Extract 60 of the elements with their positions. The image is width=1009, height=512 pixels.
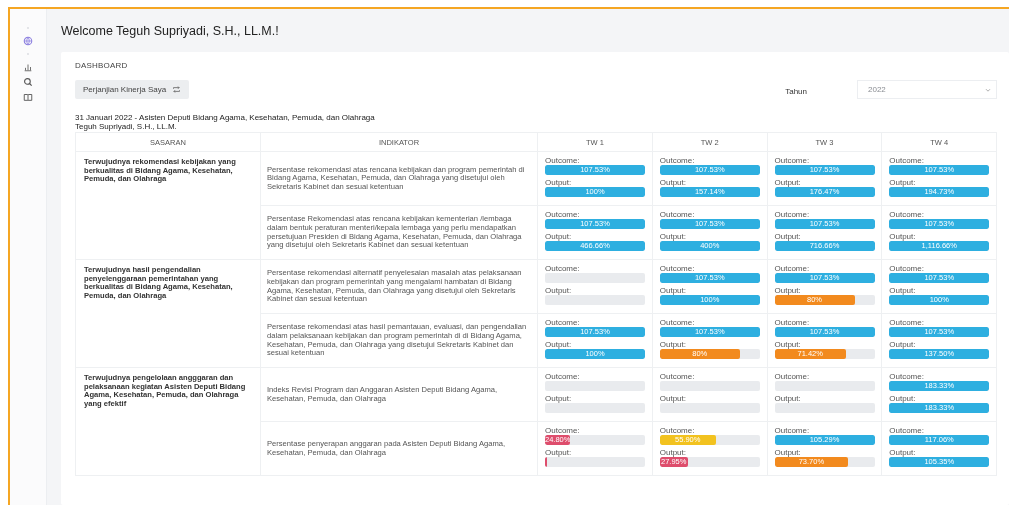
bar-label: Outcome: <box>774 156 811 165</box>
year-select[interactable]: 2022 <box>857 80 997 99</box>
bar-label: Outcome: <box>889 426 925 435</box>
bar-label: Output: <box>659 448 687 457</box>
year-label: Tahun <box>785 86 807 96</box>
bar-label: Outcome: <box>659 264 696 273</box>
bar-label: Outcome: <box>659 156 696 165</box>
bar-label: Outcome: <box>774 210 811 219</box>
bar-label: Output: <box>545 448 573 457</box>
bar-label: Output: <box>889 394 917 403</box>
bar-label: Output: <box>889 232 917 241</box>
report-title: 31 Januari 2022 - Asisten Deputi Bidang Agama, Kesehatan, Pemuda, dan Olahraga <box>75 113 376 122</box>
search-icon[interactable] <box>23 77 33 87</box>
bar-label: Output: <box>545 178 573 187</box>
bar-label: Outcome: <box>545 318 581 327</box>
bar-label: Output: <box>659 286 687 295</box>
book-icon[interactable] <box>23 92 33 102</box>
bar-label: Outcome: <box>545 372 581 381</box>
bar-label: Outcome: <box>659 372 696 381</box>
bar-label: Output: <box>774 394 802 403</box>
bar-label: Output: <box>545 232 573 241</box>
bar-label: Output: <box>545 340 573 349</box>
bar-label: Output: <box>774 340 802 349</box>
bar-label: Output: <box>659 178 687 187</box>
bar-label: Output: <box>774 178 802 187</box>
bar-label: Outcome: <box>659 318 696 327</box>
bar-label: Output: <box>659 232 687 241</box>
welcome-title: Welcome Teguh Supriyadi, S.H., LL.M.! <box>61 24 280 38</box>
bar-label: Output: <box>774 448 802 457</box>
bar-label: Outcome: <box>774 372 811 381</box>
bar-label: Outcome: <box>889 372 925 381</box>
bar-label: Outcome: <box>889 156 925 165</box>
bar-label: Outcome: <box>545 210 581 219</box>
globe-icon[interactable] <box>23 36 33 46</box>
bar-label: Outcome: <box>659 426 696 435</box>
bar-label: Outcome: <box>889 318 925 327</box>
bar-label: Outcome: <box>774 426 811 435</box>
bar-label: Outcome: <box>889 264 925 273</box>
bar-label: Outcome: <box>774 264 811 273</box>
bar-label: Output: <box>659 340 687 349</box>
bar-label: Outcome: <box>774 318 811 327</box>
bar-label: Output: <box>889 340 917 349</box>
bar-label: Output: <box>774 232 802 241</box>
bar-label: Outcome: <box>545 426 581 435</box>
bar-label: Outcome: <box>659 210 696 219</box>
bar-label: Outcome: <box>545 264 581 273</box>
bar-label: Output: <box>659 394 687 403</box>
bar-label: Output: <box>774 286 802 295</box>
agreement-button[interactable]: Perjanjian Kinerja Saya <box>75 80 190 99</box>
section-heading: DASHBOARD <box>75 61 129 70</box>
bar-label: Output: <box>889 286 917 295</box>
bar-label: Outcome: <box>889 210 925 219</box>
bar-label: Output: <box>889 448 917 457</box>
bar-label: Output: <box>545 286 573 295</box>
bar-label: Output: <box>889 178 917 187</box>
person-name: Teguh Supriyadi, S.H., LL.M. <box>75 122 178 131</box>
bar-label: Output: <box>545 394 573 403</box>
bar-label: Outcome: <box>545 156 581 165</box>
refresh-icon <box>172 85 182 94</box>
bar-chart-icon[interactable] <box>23 62 33 72</box>
